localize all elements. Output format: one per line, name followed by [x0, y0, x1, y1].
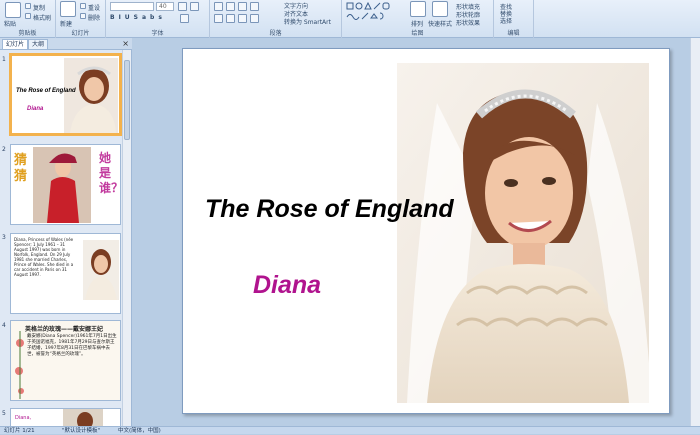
slide-thumbnail-3[interactable]: Diana, Princess of Wales (née Spencer; 1…	[10, 233, 121, 314]
editing-group: 查找 替换 选择 编辑	[494, 0, 534, 38]
diana-portrait-thumbnail	[83, 240, 119, 300]
shape-effects-button[interactable]: 形状效果	[456, 18, 480, 27]
ribbon: 粘贴 复制 格式刷 剪贴板 新建 重设 删除 幻灯片 40 BIUSabs 字体…	[0, 0, 700, 38]
slides-group: 新建 重设 删除 幻灯片	[56, 0, 106, 38]
paragraph-group-label: 段落	[269, 30, 282, 37]
shrink-font-icon[interactable]	[190, 2, 199, 11]
copy-icon[interactable]	[25, 3, 31, 9]
thumb-subtitle: Diana	[27, 106, 44, 112]
font-name-combo[interactable]	[110, 2, 154, 11]
slide-number: 1	[2, 56, 6, 63]
numbering-icon[interactable]	[226, 2, 235, 11]
slide-number: 4	[2, 322, 6, 329]
smartart-button[interactable]: 转换为 SmartArt	[284, 17, 331, 26]
quick-styles-label[interactable]: 快速样式	[428, 19, 452, 28]
drawing-group: 排列 快速样式 形状填充 形状轮廓 形状效果 绘图	[342, 0, 494, 38]
slide-subtitle[interactable]: Diana	[253, 271, 321, 300]
delete-icon[interactable]	[80, 13, 86, 19]
grow-font-icon[interactable]	[178, 2, 187, 11]
new-slide-label[interactable]: 新建	[60, 19, 72, 28]
paste-label[interactable]: 粘贴	[4, 19, 16, 28]
slide-thumbnail-5[interactable]: Diana,	[10, 408, 121, 426]
guess-chars: 猜猜	[14, 153, 28, 184]
close-pane-icon[interactable]: ×	[122, 39, 129, 49]
slides-group-label: 幻灯片	[71, 30, 90, 37]
paragraph-group: 文字方向 对齐文本 转换为 SmartArt 段落	[210, 0, 342, 38]
paste-icon[interactable]	[5, 2, 21, 18]
who-is-she-chars: 她是谁？	[99, 151, 121, 195]
bullets-icon[interactable]	[214, 2, 223, 11]
align-left-icon[interactable]	[214, 14, 223, 23]
thumb-title: The Rose of England	[16, 88, 76, 94]
format-painter-label[interactable]: 格式刷	[33, 13, 51, 22]
copy-label[interactable]: 复制	[33, 3, 45, 12]
decrease-indent-icon[interactable]	[238, 2, 247, 11]
slides-pane: 幻灯片 大纲 × 1 The Rose of England Diana 2 猜…	[0, 38, 132, 426]
tab-outline[interactable]: 大纲	[28, 39, 49, 49]
tab-slides[interactable]: 幻灯片	[2, 39, 29, 49]
slide-canvas[interactable]: The Rose of England Diana	[182, 48, 670, 414]
font-color-icon[interactable]	[180, 14, 189, 23]
new-slide-icon[interactable]	[60, 1, 76, 17]
drawing-group-label: 绘图	[411, 30, 424, 37]
select-button[interactable]: 选择	[500, 16, 512, 25]
rose-decoration	[15, 331, 24, 399]
diana-red-dress-photo	[33, 147, 91, 223]
diana-photo-thumbnail	[64, 58, 118, 133]
arrange-icon[interactable]	[410, 1, 426, 17]
slide-thumbnail-2[interactable]: 猜猜 她是谁？	[10, 144, 121, 225]
shapes-gallery-icon[interactable]	[346, 2, 404, 22]
slide-number: 5	[2, 410, 6, 417]
font-size-combo[interactable]: 40	[156, 2, 174, 11]
slide-number: 3	[2, 234, 6, 241]
status-bar: 幻灯片 1/21 "默认设计模板" 中文(简体，中国)	[0, 426, 700, 434]
slide-thumbnail-1[interactable]: The Rose of England Diana	[9, 53, 122, 136]
quick-styles-icon[interactable]	[432, 1, 448, 17]
slide-scrollbar[interactable]	[690, 38, 700, 426]
reset-icon[interactable]	[80, 3, 86, 9]
reset-label[interactable]: 重设	[88, 3, 100, 12]
align-right-icon[interactable]	[238, 14, 247, 23]
font-group-label: 字体	[151, 30, 164, 37]
diana-photo-thumbnail	[63, 409, 103, 426]
thumb-heading: 英格兰的玫瑰——戴安娜王妃	[25, 326, 104, 333]
diana-bride-photo	[397, 63, 649, 403]
increase-indent-icon[interactable]	[250, 2, 259, 11]
pane-tabs: 幻灯片 大纲 ×	[0, 38, 132, 50]
thumb-body-text: Diana,	[15, 415, 32, 421]
align-center-icon[interactable]	[226, 14, 235, 23]
clipboard-group: 粘贴 复制 格式刷 剪贴板	[0, 0, 56, 38]
thumb-body-text: Diana, Princess of Wales (née Spencer; 1…	[14, 237, 74, 277]
slide-thumbnail-4[interactable]: 英格兰的玫瑰——戴安娜王妃 戴安娜(Diana Spencer)1961年7月1…	[10, 320, 121, 401]
delete-label[interactable]: 删除	[88, 13, 100, 22]
clipboard-group-label: 剪贴板	[18, 30, 37, 37]
scrollbar-thumb[interactable]	[124, 60, 130, 140]
arrange-label[interactable]: 排列	[411, 19, 423, 28]
justify-icon[interactable]	[250, 14, 259, 23]
slides-pane-scrollbar[interactable]	[122, 50, 131, 426]
slide-title[interactable]: The Rose of England	[205, 195, 454, 224]
format-painter-icon[interactable]	[25, 13, 31, 19]
editing-group-label: 编辑	[507, 30, 520, 37]
font-group: 40 BIUSabs 字体	[106, 0, 210, 38]
thumb-body-text: 戴安娜(Diana Spencer)1961年7月1日出生于英国诺福克，1981…	[27, 334, 117, 357]
slide-number: 2	[2, 146, 6, 153]
font-format-buttons[interactable]: BIUSabs	[110, 14, 166, 21]
